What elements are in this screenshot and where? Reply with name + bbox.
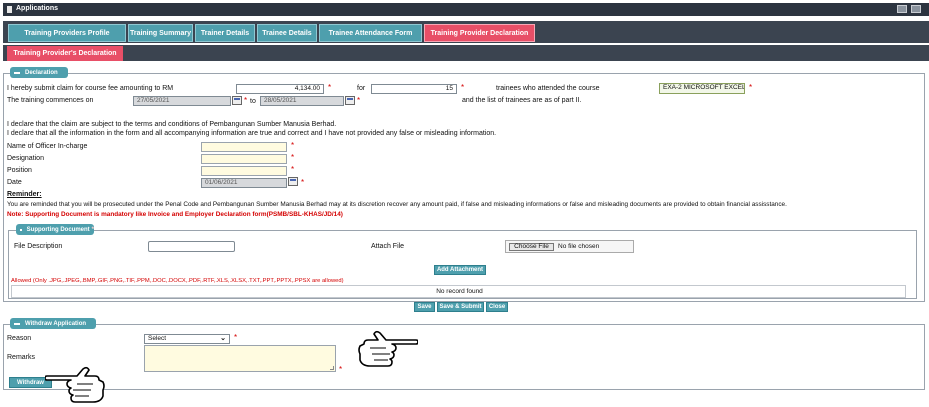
trainees-count-input[interactable]: 15 (371, 84, 457, 94)
choose-file-button[interactable]: Choose File (509, 243, 554, 251)
tab-bar: Training Providers Profile Training Summ… (3, 21, 929, 43)
required-mark: * (291, 141, 295, 150)
tab-training-providers-profile[interactable]: Training Providers Profile (8, 24, 126, 42)
required-mark: * (234, 333, 238, 342)
required-mark: * (328, 83, 332, 92)
add-attachment-button[interactable]: Add Attachment (434, 265, 486, 275)
end-date-input[interactable]: 28/05/2021 (260, 96, 344, 106)
to-label: to (250, 98, 256, 105)
collapse-icon (14, 322, 20, 325)
tab-training-provider-declaration[interactable]: Training Provider Declaration (424, 24, 535, 42)
claim-text: I hereby submit claim for course fee amo… (7, 85, 174, 92)
attachments-table: No record found (11, 285, 906, 298)
reason-label: Reason (7, 335, 32, 342)
file-description-input[interactable] (148, 241, 235, 252)
supporting-document-legend[interactable]: Supporting Document * (16, 224, 94, 235)
sub-tab-bar: Training Provider's Declaration (3, 45, 929, 61)
start-date-input[interactable]: 27/05/2021 (133, 96, 231, 106)
claim-amount-input[interactable]: 4,134.00 (236, 84, 324, 94)
tab-trainee-details[interactable]: Trainee Details (257, 24, 317, 42)
file-picker: Choose File No file chosen (505, 240, 634, 253)
reason-select-value: Select (148, 335, 167, 342)
resize-handle-icon[interactable] (330, 366, 334, 370)
position-input[interactable] (201, 166, 287, 176)
chevron-down-icon: ⌄ (220, 335, 226, 342)
reason-select[interactable]: Select ⌄ (144, 334, 230, 344)
save-button[interactable]: Save (414, 302, 435, 312)
close-button[interactable]: Close (486, 302, 508, 312)
app-icon (7, 6, 12, 13)
required-mark: * (244, 96, 248, 105)
pointing-hand-icon (45, 366, 105, 403)
collapse-icon (20, 228, 22, 231)
calendar-icon[interactable] (288, 177, 298, 186)
list-text: and the list of trainees are as of part … (462, 97, 582, 104)
collapse-icon (14, 71, 20, 74)
window-titlebar: Applications (3, 3, 929, 16)
window-title: Applications (16, 5, 59, 12)
required-mark: * (749, 83, 753, 92)
subtab-training-providers-declaration[interactable]: Training Provider's Declaration (7, 46, 123, 61)
tab-training-summary[interactable]: Training Summary (128, 24, 193, 42)
required-mark: * (291, 153, 295, 162)
declare-true-text: I declare that all the information in th… (7, 130, 497, 137)
maximize-icon[interactable] (911, 5, 921, 13)
pointing-hand-icon (358, 330, 418, 367)
remarks-label: Remarks (7, 354, 36, 361)
required-mark: * (357, 96, 361, 105)
designation-input[interactable] (201, 154, 287, 164)
declaration-legend-label: Declaration (25, 69, 58, 76)
calendar-icon[interactable] (345, 96, 355, 105)
remarks-textarea[interactable] (144, 345, 336, 372)
designation-label: Designation (7, 155, 44, 162)
note-text: Note: Supporting Document is mandatory l… (7, 211, 343, 218)
withdraw-legend[interactable]: Withdraw Application (10, 318, 96, 329)
tab-trainee-attendance-form[interactable]: Trainee Attendance Form (319, 24, 422, 42)
officer-label: Name of Officer In-charge (7, 143, 88, 150)
reminder-text: You are reminded that you will be prosec… (7, 201, 787, 208)
date-label: Date (7, 179, 22, 186)
withdraw-legend-label: Withdraw Application (25, 320, 87, 327)
course-field: EXA-2 MICROSOFT EXCEL (659, 83, 745, 94)
required-mark: * (461, 83, 465, 92)
date-input[interactable]: 01/06/2021 (201, 178, 287, 188)
commence-label: The training commences on (7, 97, 94, 104)
declare-terms-text: I declare that the claim are subject to … (7, 121, 337, 128)
file-description-label: File Description (14, 243, 63, 250)
for-label: for (357, 85, 366, 92)
required-mark: * (301, 178, 305, 187)
attach-file-label: Attach File (371, 243, 405, 250)
position-label: Position (7, 167, 32, 174)
required-mark: * (291, 165, 295, 174)
reminder-label: Reminder: (7, 191, 42, 198)
declaration-legend[interactable]: Declaration (10, 67, 68, 78)
save-and-submit-button[interactable]: Save & Submit (437, 302, 484, 312)
no-file-text: No file chosen (558, 243, 600, 250)
calendar-icon[interactable] (232, 96, 242, 105)
minimize-icon[interactable] (897, 5, 907, 13)
allowed-files-text: Allowed (Only .JPG,.JPEG,.BMP,.GIF,.PNG,… (11, 278, 344, 284)
no-record-text: No record found (436, 288, 483, 295)
withdraw-fieldset (3, 324, 925, 390)
required-mark: * (339, 365, 343, 374)
trainees-text: trainees who attended the course (496, 85, 600, 92)
officer-name-input[interactable] (201, 142, 287, 152)
supporting-legend-label: Supporting Document (26, 226, 90, 233)
tab-trainer-details[interactable]: Trainer Details (195, 24, 255, 42)
